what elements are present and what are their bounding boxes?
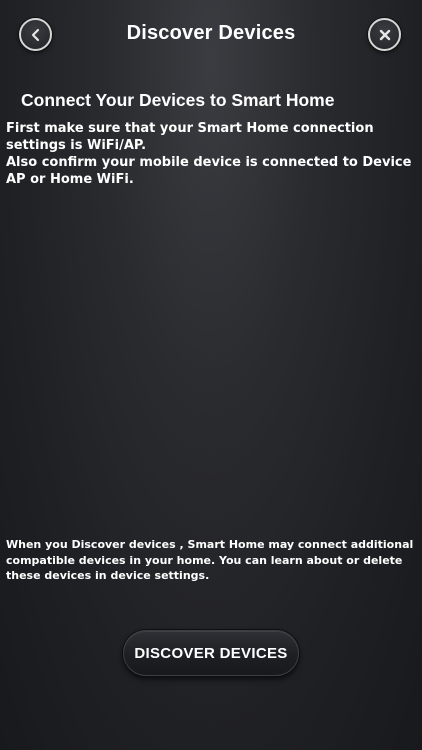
discover-footnote: When you Discover devices , Smart Home m… — [6, 538, 414, 582]
section-heading: Connect Your Devices to Smart Home — [21, 90, 335, 110]
intro-line-mobile-device: Also confirm your mobile device is conne… — [6, 155, 412, 187]
discover-devices-screen: Discover Devices Connect Your Devices to… — [0, 0, 422, 750]
page-title: Discover Devices — [126, 22, 296, 44]
intro-line-connection-settings: First make sure that your Smart Home con… — [6, 121, 374, 153]
discover-devices-button[interactable]: DISCOVER DEVICES — [123, 630, 299, 676]
close-icon — [379, 29, 391, 41]
header-bar: Discover Devices — [0, 0, 422, 72]
intro-text: First make sure that your Smart Home con… — [6, 120, 416, 188]
close-button[interactable] — [368, 18, 401, 51]
